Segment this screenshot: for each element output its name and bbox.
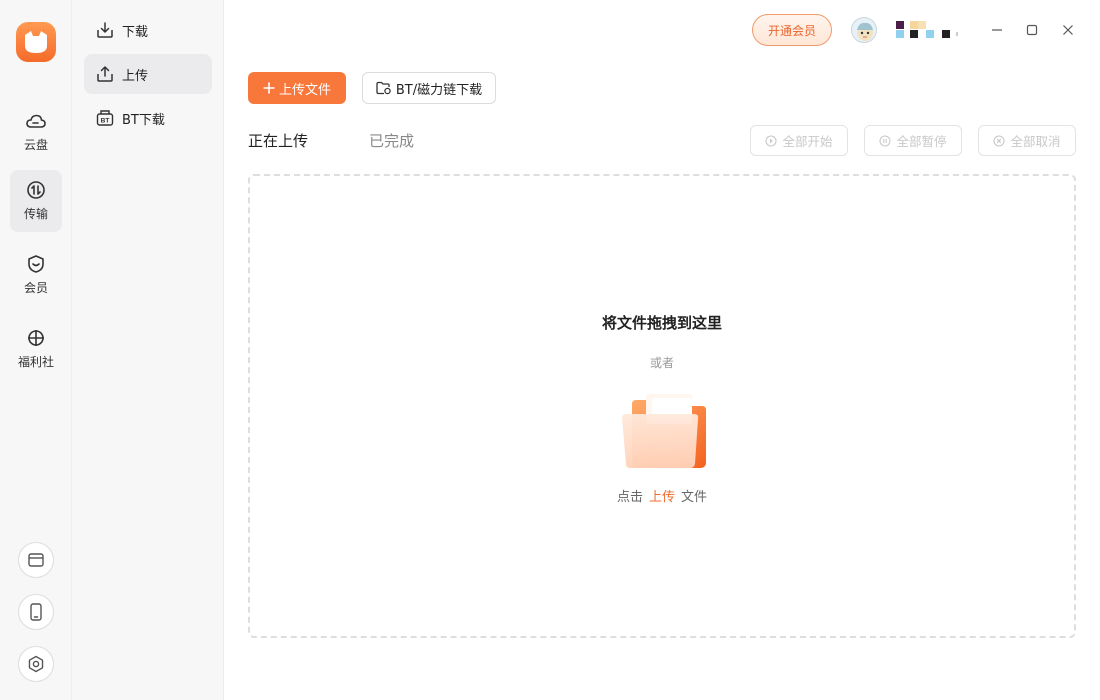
- rail-item-cloud[interactable]: 云盘: [10, 102, 62, 164]
- maximize-button[interactable]: [1020, 18, 1044, 42]
- settings-icon: [28, 655, 44, 673]
- upload-dropzone[interactable]: 将文件拖拽到这里 或者 点击 上传 文件: [248, 174, 1076, 638]
- svg-text:BT: BT: [101, 118, 110, 125]
- subnav-item-download[interactable]: 下载: [84, 10, 212, 50]
- transfer-icon: [27, 181, 45, 199]
- play-circle-icon: [765, 134, 778, 147]
- tab-uploading[interactable]: 正在上传: [248, 130, 308, 151]
- start-all-label: 全部开始: [782, 134, 833, 149]
- window-mode-button[interactable]: [18, 542, 54, 578]
- subnav-item-label: BT下载: [122, 112, 165, 128]
- app-logo: [16, 22, 56, 62]
- close-button[interactable]: [1056, 18, 1080, 42]
- cancel-all-button[interactable]: 全部取消: [978, 125, 1076, 156]
- dropzone-hint: 点击 上传 文件: [250, 486, 1074, 505]
- bt-magnet-label: BT/磁力链下载: [395, 82, 483, 98]
- rail-item-label: 福利社: [17, 355, 54, 369]
- minimize-icon: [992, 29, 1002, 31]
- rail-item-label: 云盘: [23, 138, 48, 152]
- tab-completed[interactable]: 已完成: [369, 130, 414, 151]
- mobile-app-button[interactable]: [18, 594, 54, 630]
- subnav-item-bt[interactable]: BT BT下载: [84, 98, 212, 138]
- bt-magnet-download-button[interactable]: BT/磁力链下载: [362, 72, 496, 104]
- subnav-item-label: 上传: [122, 68, 149, 84]
- start-all-button[interactable]: 全部开始: [750, 125, 848, 156]
- pause-circle-icon: [879, 134, 892, 147]
- rail-item-transfer[interactable]: 传输: [10, 170, 62, 232]
- upload-link[interactable]: 上传: [649, 490, 675, 505]
- bt-icon: BT: [96, 110, 114, 126]
- cancel-circle-icon: [993, 134, 1006, 147]
- hint-prefix: 点击: [616, 490, 643, 505]
- upload-icon: [97, 66, 113, 82]
- window-icon: [28, 553, 44, 567]
- cloud-icon: [26, 114, 46, 128]
- welfare-icon: [28, 330, 44, 346]
- upload-file-label: 上传文件: [278, 82, 331, 98]
- close-icon: [1063, 25, 1073, 35]
- dropzone-title: 将文件拖拽到这里: [601, 314, 722, 332]
- rail-item-label: 传输: [23, 207, 48, 221]
- avatar[interactable]: [851, 17, 877, 43]
- subnav-item-label: 下载: [122, 24, 149, 40]
- transfer-subnav: 下载 上传 BT BT下载: [72, 0, 224, 700]
- pause-all-button[interactable]: 全部暂停: [864, 125, 962, 156]
- hint-suffix: 文件: [681, 490, 708, 505]
- rail-item-welfare[interactable]: 福利社: [10, 318, 62, 380]
- maximize-icon: [1026, 24, 1038, 36]
- download-icon: [97, 22, 113, 38]
- upload-file-button[interactable]: 上传文件: [248, 72, 346, 104]
- subnav-item-upload[interactable]: 上传: [84, 54, 212, 94]
- open-vip-button[interactable]: 开通会员: [752, 14, 832, 46]
- folder-link-icon: [376, 81, 391, 95]
- left-rail: 云盘 传输 会员 福利社: [0, 0, 72, 700]
- member-shield-icon: [28, 255, 44, 273]
- plus-icon: [263, 82, 275, 94]
- phone-icon: [30, 603, 42, 621]
- folder-icon[interactable]: [618, 392, 710, 472]
- minimize-button[interactable]: [985, 18, 1009, 42]
- app-window: 云盘 传输 会员 福利社 下载 上传 BT BT下载 开通会员 上传文件 BT/…: [0, 0, 1100, 700]
- username-pixelated: [893, 21, 963, 39]
- cancel-all-label: 全部取消: [1010, 134, 1061, 149]
- dropzone-or-text: 或者: [649, 356, 674, 370]
- pause-all-label: 全部暂停: [896, 134, 947, 149]
- rail-item-label: 会员: [23, 281, 48, 295]
- rail-item-member[interactable]: 会员: [10, 244, 62, 306]
- settings-button[interactable]: [18, 646, 54, 682]
